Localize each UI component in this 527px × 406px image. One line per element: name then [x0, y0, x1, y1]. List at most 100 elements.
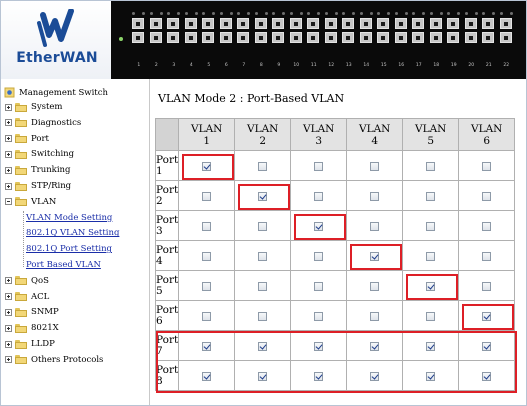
membership-checkbox[interactable]: [426, 162, 436, 171]
sidebar-item-others-protocols[interactable]: Others Protocols: [5, 353, 103, 367]
port-number: 22: [503, 63, 510, 68]
vlan-header-number: 3: [315, 134, 323, 147]
device-port: 16: [393, 12, 411, 72]
port-jack-icon: [272, 32, 284, 43]
expand-icon[interactable]: [5, 324, 12, 332]
port-jack-icon: [219, 18, 232, 29]
sidebar-item-label: STP/Ring: [31, 181, 72, 191]
membership-checkbox[interactable]: [370, 192, 380, 201]
sidebar-item-port[interactable]: Port: [5, 132, 49, 146]
membership-checkbox[interactable]: [258, 312, 268, 321]
expand-icon[interactable]: [5, 293, 12, 301]
expand-icon[interactable]: [5, 103, 12, 111]
highlight-box: [237, 183, 290, 210]
membership-checkbox[interactable]: [370, 312, 380, 321]
membership-cell: [290, 300, 348, 331]
membership-checkbox[interactable]: [258, 222, 268, 231]
membership-checkbox[interactable]: [482, 162, 492, 171]
table-header-row: VLAN 1 VLAN 2 VLAN 3 VLAN 4 VLAN 5 VLAN 6: [154, 118, 516, 151]
membership-checkbox[interactable]: [426, 222, 436, 231]
membership-cell: [458, 150, 516, 181]
vlan-header-word: VLAN: [415, 122, 447, 135]
vlan-header-word: VLAN: [191, 122, 223, 135]
sidebar-item-diagnostics[interactable]: Diagnostics: [5, 116, 81, 130]
sidebar-link-802-1q-vlan-setting[interactable]: 802.1Q VLAN Setting: [26, 228, 119, 238]
tree-root[interactable]: Management Switch: [4, 87, 108, 98]
collapse-icon[interactable]: [5, 198, 12, 206]
membership-checkbox[interactable]: [426, 252, 436, 261]
membership-checkbox[interactable]: [370, 222, 380, 231]
port-jack-icon: [202, 18, 214, 29]
sidebar-item-lldp[interactable]: LLDP: [5, 337, 55, 351]
membership-checkbox[interactable]: [314, 162, 324, 171]
membership-checkbox[interactable]: [482, 252, 492, 261]
vlan-header-number: 4: [371, 134, 379, 147]
port-jack-icon: [429, 32, 442, 43]
sidebar-item-label: Diagnostics: [31, 117, 82, 128]
membership-checkbox[interactable]: [426, 312, 436, 321]
expand-icon[interactable]: [5, 119, 12, 127]
membership-checkbox[interactable]: [482, 192, 492, 201]
expand-icon[interactable]: [5, 356, 12, 364]
sidebar-item-8021x[interactable]: 8021X: [5, 321, 59, 335]
membership-checkbox[interactable]: [426, 192, 436, 201]
sidebar-item-label: LLDP: [31, 339, 55, 349]
expand-icon[interactable]: [5, 135, 12, 143]
expand-icon[interactable]: [5, 308, 12, 316]
switch-port-panel: 1 2 3 4 5 6 7 8 9 10 11 12 13 14 15 16 17 18 19 20 21 22: [130, 12, 515, 72]
sidebar-item-vlan[interactable]: VLAN: [5, 195, 56, 209]
port-jack-icon: [254, 18, 267, 29]
membership-checkbox[interactable]: [370, 282, 380, 291]
device-port: 7: [235, 12, 253, 72]
expand-icon[interactable]: [5, 182, 12, 190]
membership-cell: [178, 180, 236, 211]
membership-checkbox[interactable]: [258, 162, 268, 171]
sidebar-item-switching[interactable]: Switching: [5, 147, 74, 161]
sidebar-item-acl[interactable]: ACL: [5, 290, 49, 304]
expand-icon[interactable]: [5, 166, 12, 174]
port-header-word: Port: [156, 183, 179, 196]
highlight-box: [461, 303, 514, 330]
port-jack-icon: [377, 18, 389, 29]
sidebar-item-trunking[interactable]: Trunking: [5, 163, 70, 177]
sidebar-item-snmp[interactable]: SNMP: [5, 305, 59, 319]
membership-checkbox[interactable]: [202, 282, 212, 291]
vlan-column-header: VLAN 4: [346, 118, 404, 151]
highlight-box: [181, 153, 234, 180]
port-number: 14: [363, 63, 370, 68]
port-number: 6: [224, 63, 228, 68]
membership-checkbox[interactable]: [202, 312, 212, 321]
membership-checkbox[interactable]: [314, 282, 324, 291]
device-port: 8: [253, 12, 271, 72]
sidebar-item-label: SNMP: [31, 307, 59, 318]
device-port: 15: [375, 12, 393, 72]
membership-checkbox[interactable]: [482, 282, 492, 291]
expand-icon[interactable]: [5, 340, 12, 348]
membership-cell: [234, 150, 292, 181]
membership-checkbox[interactable]: [202, 252, 212, 261]
membership-checkbox[interactable]: [314, 252, 324, 261]
membership-checkbox[interactable]: [202, 192, 212, 201]
membership-checkbox[interactable]: [258, 252, 268, 261]
highlight-box: [293, 213, 346, 240]
membership-checkbox[interactable]: [258, 282, 268, 291]
sidebar-item-stp-ring[interactable]: STP/Ring: [5, 179, 71, 193]
sidebar-link-vlan-mode-setting[interactable]: VLAN Mode Setting: [26, 213, 112, 223]
power-led-icon: [119, 37, 123, 41]
membership-checkbox[interactable]: [314, 192, 324, 201]
device-port: 3: [165, 12, 183, 72]
vlan-header-number: 6: [483, 134, 491, 147]
membership-checkbox[interactable]: [314, 312, 324, 321]
expand-icon[interactable]: [5, 277, 12, 285]
sidebar-link-802-1q-port-setting[interactable]: 802.1Q Port Setting: [26, 244, 112, 254]
membership-checkbox[interactable]: [202, 222, 212, 231]
sidebar-link-port-based-vlan[interactable]: Port Based VLAN: [26, 260, 101, 270]
membership-checkbox[interactable]: [482, 222, 492, 231]
sidebar-item-label: VLAN: [31, 196, 57, 207]
folder-icon: [15, 307, 27, 317]
expand-icon[interactable]: [5, 150, 12, 158]
sidebar-item-qos[interactable]: QoS: [5, 274, 49, 288]
vlan-header-number: 2: [259, 134, 267, 147]
sidebar-item-system[interactable]: System: [5, 100, 63, 114]
membership-checkbox[interactable]: [370, 162, 380, 171]
